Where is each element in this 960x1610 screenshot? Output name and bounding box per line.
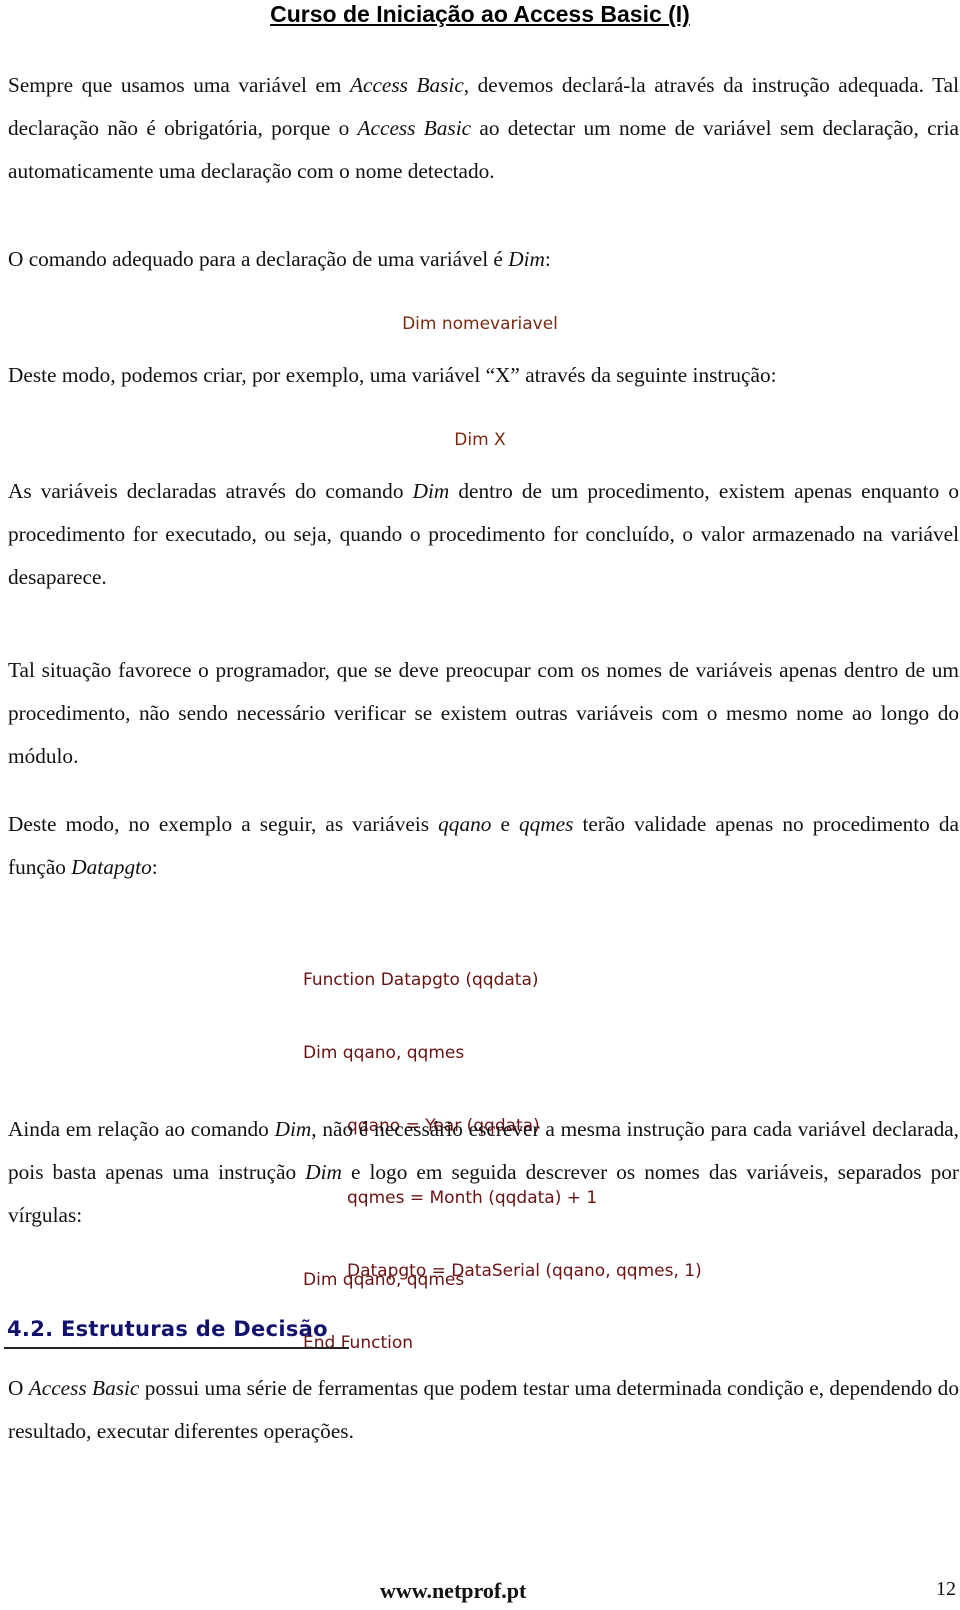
paragraph-decision-structures: O Access Basic possui uma série de ferra… bbox=[8, 1376, 959, 1444]
paragraph-scope: As variáveis declaradas através do coman… bbox=[8, 479, 959, 590]
emphasis: Access Basic bbox=[28, 1376, 140, 1400]
paragraph-multi-dim: Ainda em relação ao comando Dim, não é n… bbox=[8, 1117, 960, 1228]
emphasis: qqmes bbox=[519, 812, 574, 836]
emphasis: qqano bbox=[438, 812, 492, 836]
section-heading: 4.2. Estruturas de Decisão bbox=[7, 1317, 328, 1341]
footer-site: www.netprof.pt bbox=[380, 1578, 527, 1603]
emphasis: Access Basic bbox=[350, 73, 464, 97]
code-dim-multi: Dim qqano, qqmes bbox=[303, 1270, 465, 1290]
page-number: 12 bbox=[936, 1578, 956, 1600]
paragraph-example-x: Deste modo, podemos criar, por exemplo, … bbox=[8, 363, 777, 387]
emphasis: Datapgto bbox=[71, 855, 152, 880]
code-dim-x: Dim X bbox=[454, 430, 506, 450]
document-title: Curso de Iniciação ao Access Basic (I) bbox=[270, 1, 690, 27]
paragraph-intro: Sempre que usamos uma variável em Access… bbox=[8, 73, 959, 184]
emphasis: Dim bbox=[274, 1117, 312, 1141]
paragraph-dim-command: O comando adequado para a declaração de … bbox=[8, 247, 551, 271]
code-line: Function Datapgto (qqdata) bbox=[303, 970, 539, 991]
paragraph-example-function: Deste modo, no exemplo a seguir, as vari… bbox=[8, 812, 959, 880]
code-line: End Function bbox=[303, 1333, 414, 1354]
emphasis: Dim bbox=[412, 479, 450, 503]
emphasis: Dim bbox=[305, 1160, 342, 1185]
paragraph-programmer: Tal situação favorece o programador, que… bbox=[8, 658, 959, 769]
emphasis: Access Basic bbox=[357, 116, 472, 141]
code-line: Dim qqano, qqmes bbox=[303, 1043, 465, 1064]
emphasis: Dim bbox=[508, 247, 545, 271]
section-heading-underline bbox=[4, 1347, 349, 1349]
code-dim-syntax: Dim nomevariavel bbox=[402, 314, 558, 334]
